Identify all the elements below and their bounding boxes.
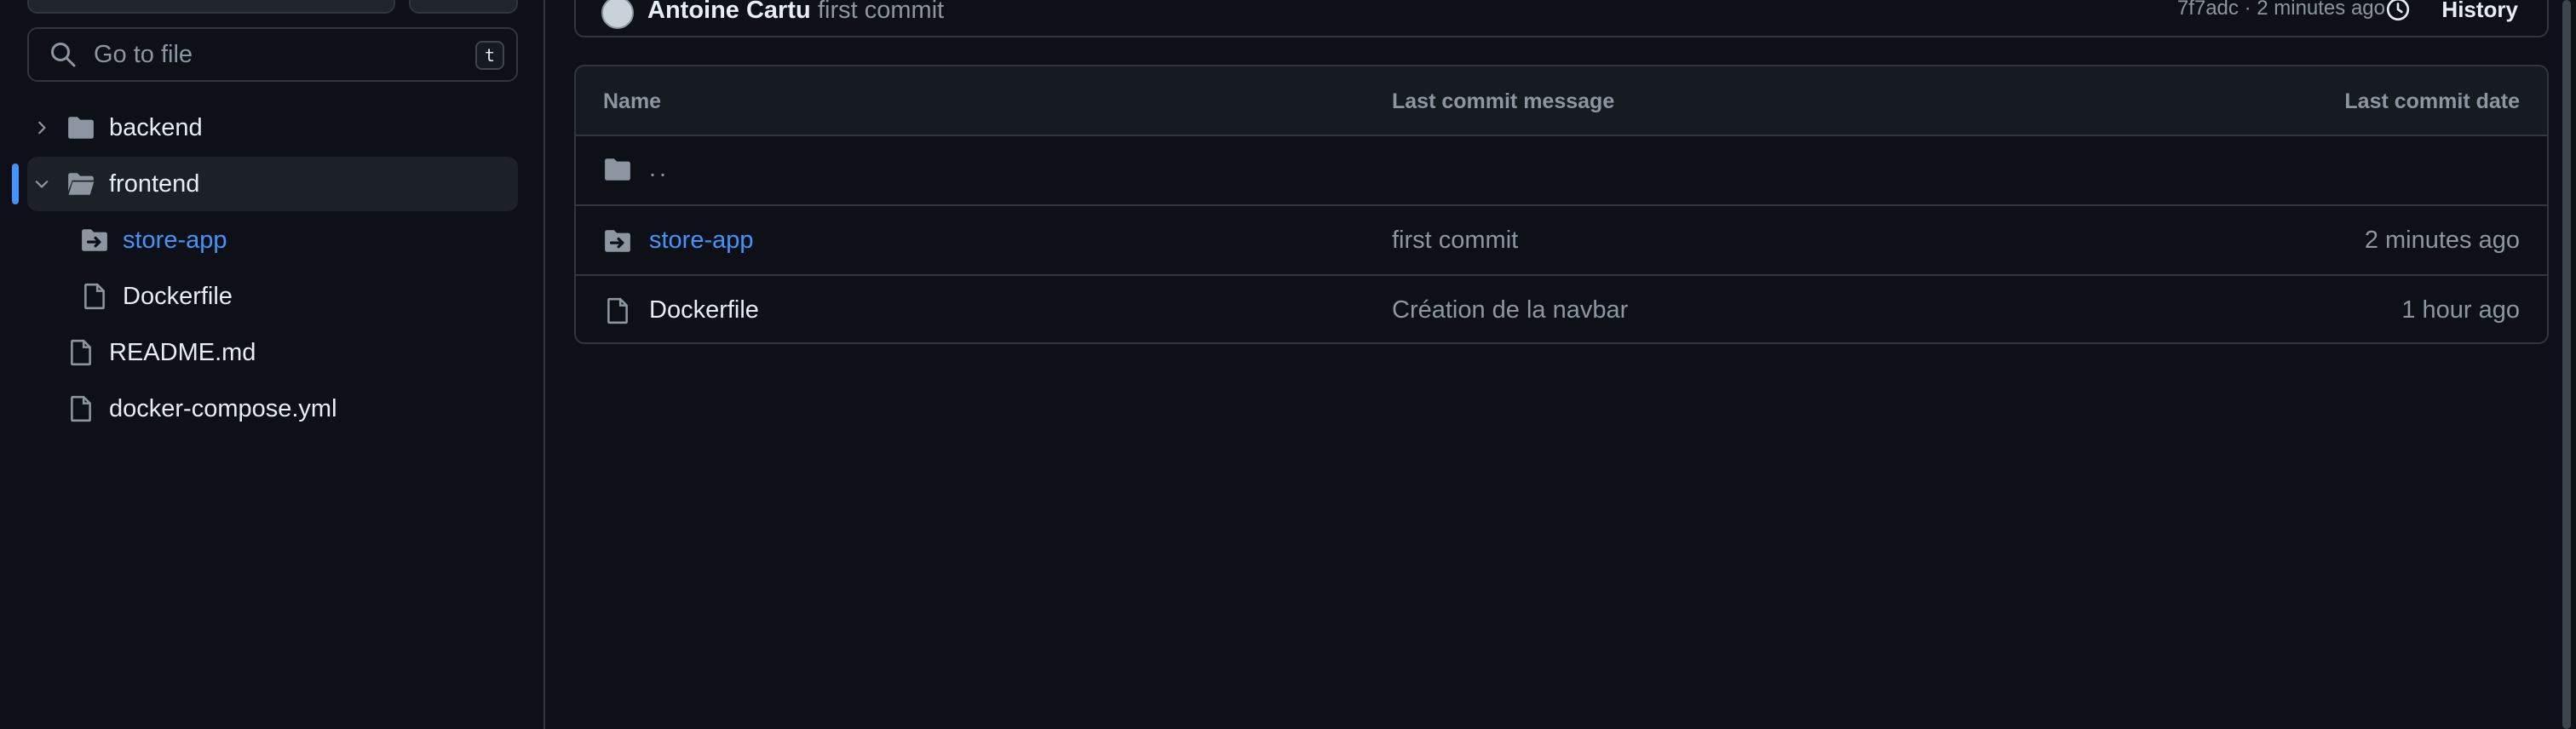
- submodule-folder-icon: [82, 229, 107, 251]
- tree-item-label: store-app: [123, 227, 227, 254]
- keyboard-shortcut-badge: t: [475, 41, 504, 70]
- latest-commit-bar: Antoine Cartu first commit 7f7adc · 2 mi…: [574, 0, 2549, 37]
- table-row[interactable]: store-app first commit 2 minutes ago: [576, 206, 2547, 276]
- tree-item-readme[interactable]: README.md: [27, 325, 518, 380]
- folder-icon: [68, 117, 94, 139]
- table-row-parent-directory[interactable]: ..: [576, 136, 2547, 206]
- folder-open-icon: [68, 173, 95, 195]
- last-commit-date: 1 hour ago: [2401, 296, 2520, 324]
- column-header-date: Last commit date: [2344, 89, 2520, 113]
- folder-icon: [605, 158, 630, 181]
- tree-item-label: Dockerfile: [123, 283, 233, 310]
- tree-item-label: docker-compose.yml: [109, 395, 337, 422]
- file-icon: [71, 339, 91, 366]
- file-tree-sidebar: Go to file t backend frontend store-app: [0, 0, 545, 729]
- tree-item-docker-compose[interactable]: docker-compose.yml: [27, 382, 518, 436]
- file-name-link[interactable]: Dockerfile: [649, 296, 759, 324]
- file-name-link[interactable]: store-app: [649, 227, 754, 255]
- tree-item-label: backend: [109, 114, 203, 141]
- commit-author[interactable]: Antoine Cartu: [647, 0, 811, 25]
- file-icon: [607, 297, 628, 324]
- tree-item-label: frontend: [109, 170, 200, 198]
- branch-selector-button[interactable]: [27, 0, 395, 14]
- selection-indicator: [12, 164, 19, 204]
- avatar[interactable]: [601, 0, 634, 29]
- commit-message[interactable]: first commit: [818, 0, 944, 25]
- sidebar-action-buttons[interactable]: [409, 0, 518, 14]
- tree-item-label: README.md: [109, 339, 256, 366]
- search-icon: [51, 43, 76, 67]
- files-table: Name Last commit message Last commit dat…: [574, 65, 2549, 344]
- history-icon: [2386, 0, 2410, 21]
- chevron-right-icon[interactable]: [32, 118, 51, 137]
- search-placeholder: Go to file: [94, 40, 193, 68]
- column-header-name: Name: [603, 89, 662, 113]
- last-commit-message[interactable]: Création de la navbar: [1392, 296, 1628, 324]
- scrollbar-thumb[interactable]: [2562, 0, 2571, 729]
- last-commit-message[interactable]: first commit: [1392, 227, 1518, 255]
- chevron-down-icon[interactable]: [32, 175, 51, 193]
- tree-item-dockerfile[interactable]: Dockerfile: [27, 269, 518, 324]
- tree-item-frontend[interactable]: frontend: [27, 157, 518, 211]
- table-row[interactable]: Dockerfile Création de la navbar 1 hour …: [576, 276, 2547, 342]
- tree-item-backend[interactable]: backend: [27, 100, 518, 155]
- submodule-folder-icon: [605, 230, 630, 252]
- parent-directory-link[interactable]: ..: [649, 155, 670, 183]
- tree-item-store-app[interactable]: store-app: [27, 213, 518, 267]
- column-header-message: Last commit message: [1392, 89, 1615, 113]
- history-link[interactable]: History: [2441, 0, 2518, 23]
- table-header: Name Last commit message Last commit dat…: [576, 66, 2547, 136]
- file-icon: [71, 395, 91, 422]
- last-commit-date: 2 minutes ago: [2364, 227, 2520, 254]
- file-icon: [84, 283, 105, 310]
- commit-sha-time[interactable]: 7f7adc · 2 minutes ago: [2177, 0, 2385, 20]
- go-to-file-search[interactable]: Go to file t: [27, 27, 518, 82]
